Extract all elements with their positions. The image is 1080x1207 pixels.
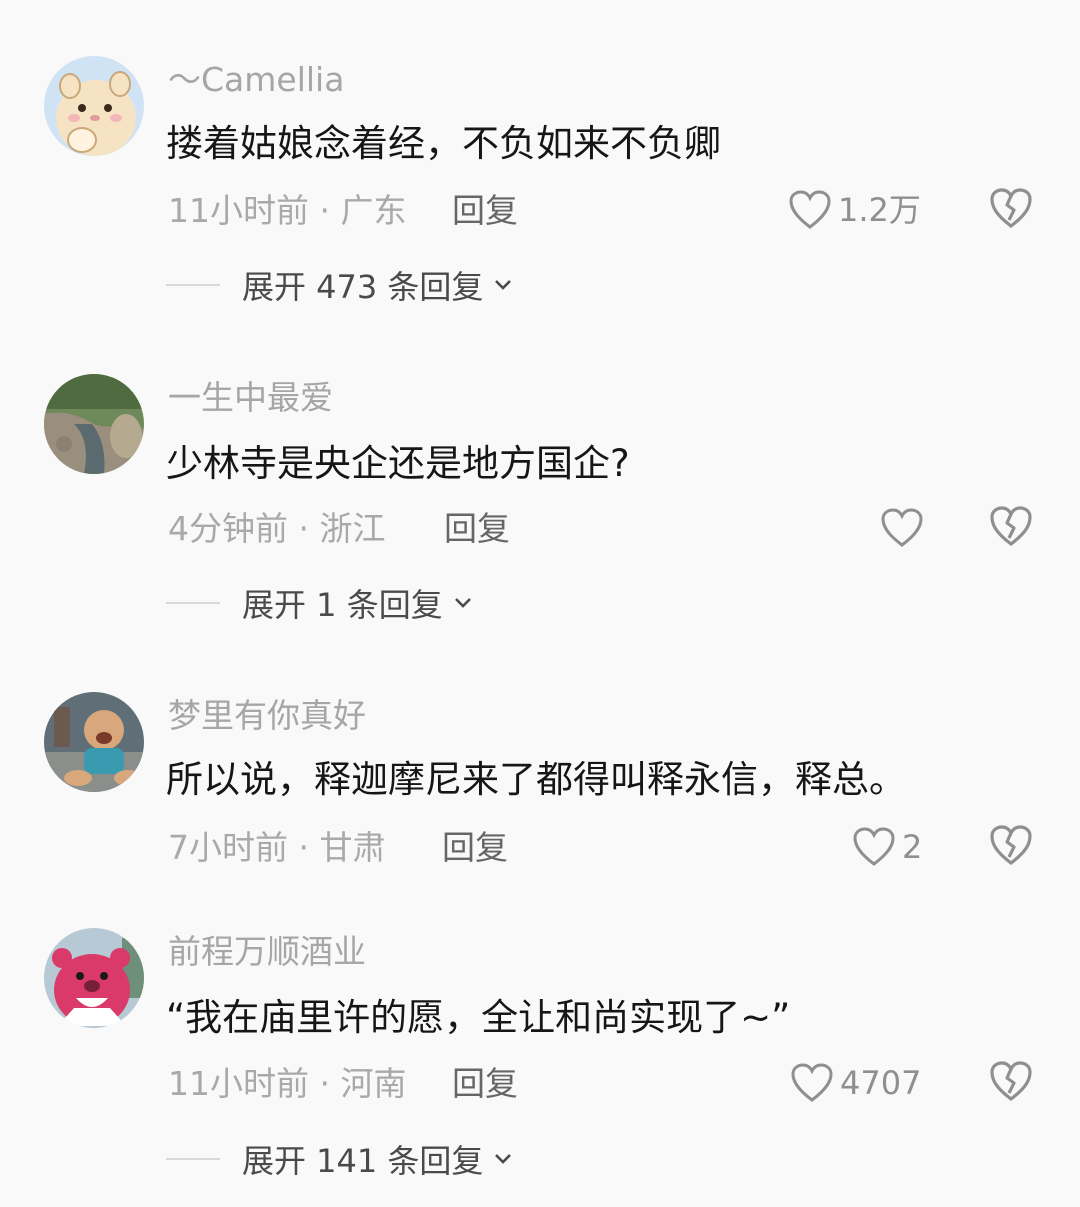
expand-replies[interactable]: 展开 141 条回复	[166, 1137, 515, 1181]
avatar[interactable]	[44, 692, 144, 792]
comment-meta: 11小时前 · 广东	[168, 191, 407, 230]
expand-replies-label: 展开 473 条回复	[242, 268, 484, 306]
child-photo-avatar-icon	[44, 692, 144, 792]
heart-outline-icon	[881, 508, 923, 547]
comment-text: “我在庙里许的愿，全让和尚实现了~”	[166, 996, 791, 1039]
expand-replies-label: 展开 141 条回复	[242, 1142, 484, 1180]
expand-replies[interactable]: 展开 473 条回复	[166, 263, 515, 307]
reply-button[interactable]: 回复	[444, 509, 510, 549]
pink-bear-avatar-icon	[44, 928, 144, 1028]
comment-text: 所以说，释迦摩尼来了都得叫释永信，释总。	[166, 758, 906, 801]
username[interactable]: ～Camellia	[168, 60, 344, 100]
username[interactable]: 前程万顺酒业	[168, 932, 366, 972]
like-button[interactable]	[880, 504, 930, 552]
dislike-button[interactable]	[988, 1059, 1036, 1107]
reply-button[interactable]: 回复	[442, 828, 508, 868]
username[interactable]: 一生中最爱	[168, 378, 333, 418]
like-count: 2	[902, 828, 923, 866]
avatar[interactable]	[44, 374, 144, 474]
dislike-button[interactable]	[988, 186, 1036, 234]
comment-meta: 11小时前 · 河南	[168, 1064, 407, 1103]
chevron-down-icon	[454, 598, 471, 608]
like-button[interactable]: 1.2万	[788, 186, 921, 234]
stream-photo-avatar-icon	[44, 374, 144, 474]
reply-button[interactable]: 回复	[452, 191, 518, 231]
broken-heart-icon	[990, 1061, 1032, 1102]
expand-replies[interactable]: 展开 1 条回复	[166, 581, 475, 625]
dislike-button[interactable]	[988, 823, 1036, 871]
divider	[166, 284, 220, 286]
expand-replies-label: 展开 1 条回复	[242, 586, 443, 624]
divider	[166, 1158, 220, 1160]
broken-heart-icon	[990, 506, 1032, 547]
username[interactable]: 梦里有你真好	[168, 696, 366, 736]
like-count: 1.2万	[838, 191, 921, 229]
heart-outline-icon	[789, 190, 831, 229]
comment-meta: 4分钟前 · 浙江	[168, 509, 386, 548]
cartoon-hamster-avatar-icon	[44, 56, 144, 156]
like-count: 4707	[840, 1064, 922, 1102]
chevron-down-icon	[495, 280, 512, 290]
chevron-down-icon	[495, 1154, 512, 1164]
comment-meta: 7小时前 · 甘肃	[168, 828, 386, 867]
heart-outline-icon	[791, 1063, 833, 1102]
reply-button[interactable]: 回复	[452, 1064, 518, 1104]
like-button[interactable]: 2	[852, 823, 922, 871]
like-button[interactable]: 4707	[790, 1059, 921, 1107]
broken-heart-icon	[990, 188, 1032, 229]
divider	[166, 602, 220, 604]
avatar[interactable]	[44, 928, 144, 1028]
comment-text: 少林寺是央企还是地方国企?	[166, 442, 630, 485]
heart-outline-icon	[853, 827, 895, 866]
comment-text: 搂着姑娘念着经，不负如来不负卿	[166, 122, 721, 165]
broken-heart-icon	[990, 825, 1032, 866]
avatar[interactable]	[44, 56, 144, 156]
dislike-button[interactable]	[988, 504, 1036, 552]
